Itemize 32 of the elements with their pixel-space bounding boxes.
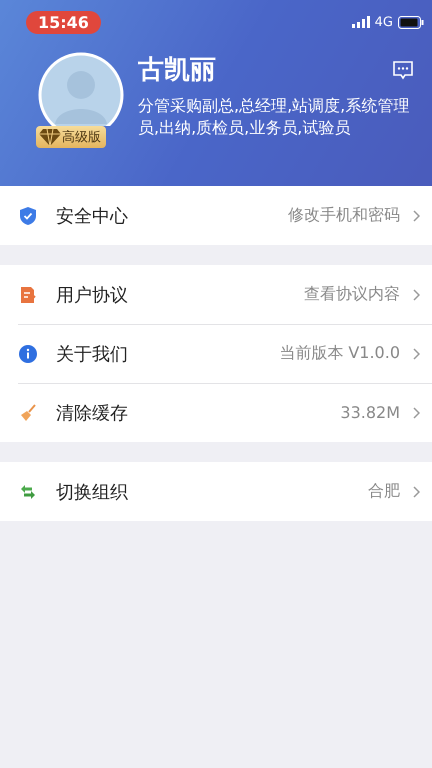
menu-item[interactable]: 切换组织 合肥: [0, 462, 432, 521]
network-label: 4G: [374, 14, 393, 30]
menu-label: 关于我们: [56, 342, 128, 366]
battery-icon: [398, 16, 424, 28]
menu-item[interactable]: 关于我们 当前版本 V1.0.0: [0, 324, 432, 383]
chevron-icon: [412, 288, 420, 300]
broom-icon: [18, 402, 38, 422]
shield-icon: [18, 206, 38, 226]
menu-value: 33.82M: [340, 403, 400, 422]
chevron-icon: [412, 406, 420, 418]
message-icon[interactable]: [392, 58, 414, 80]
user-name: 古凯丽: [138, 54, 216, 87]
menu-label: 用户协议: [56, 284, 128, 306]
menu-value: 当前版本 V1.0.0: [279, 343, 400, 364]
menu-label: 切换组织: [56, 480, 128, 504]
chevron-icon: [412, 210, 420, 222]
signal-icon: [352, 16, 370, 28]
menu-label: 清除缓存: [56, 402, 128, 424]
menu-item[interactable]: 清除缓存 33.82M: [0, 383, 432, 442]
user-roles: 分管采购副总,总经理,站调度,系统管理员,出纳,质检员,业务员,试验员: [138, 95, 410, 139]
menu-value: 修改手机和密码: [288, 205, 400, 226]
chevron-icon: [412, 348, 420, 360]
menu-item[interactable]: 用户协议 查看协议内容: [0, 265, 432, 324]
menu-item[interactable]: 安全中心 修改手机和密码: [0, 186, 432, 245]
diamond-icon: [38, 127, 62, 147]
chevron-icon: [412, 486, 420, 498]
document-icon: [18, 284, 38, 304]
menu-value: 查看协议内容: [304, 284, 400, 305]
menu-value: 合肥: [368, 481, 400, 502]
info-icon: [18, 344, 38, 364]
status-time: 15:46: [26, 10, 101, 34]
menu-label: 安全中心: [56, 204, 128, 228]
